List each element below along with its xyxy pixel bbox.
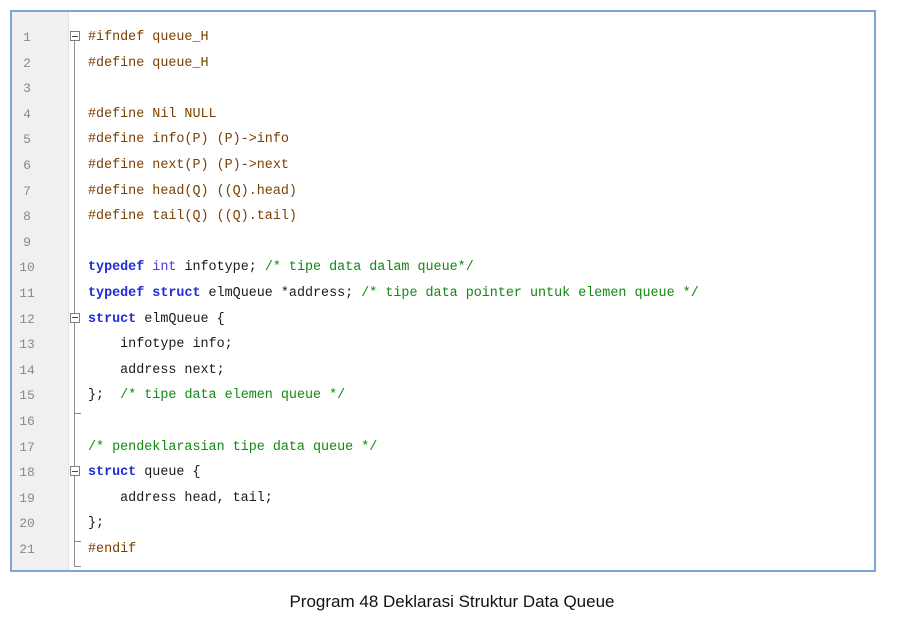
code-text-content: #define tail(Q) ((Q).tail) — [88, 209, 297, 225]
line-number: 16 — [19, 413, 35, 429]
code-text-content: #define info(P) (P)->info — [88, 132, 289, 148]
code-text: address head, tail; — [88, 490, 273, 506]
fold-end-tick-endif — [74, 566, 81, 567]
fold-collapse-icon[interactable] — [70, 31, 80, 41]
code-line: 10 typedef int infotype; /* tipe data da… — [12, 255, 874, 281]
code-line: 16 — [12, 409, 874, 435]
code-line: 1 #ifndef queue_H — [12, 25, 874, 51]
code-line: 2 #define queue_H — [12, 51, 874, 77]
line-number: 12 — [19, 311, 35, 327]
code-lines: 1 #ifndef queue_H 2 #define queue_H 3 4 … — [12, 25, 874, 562]
code-line: 6 #define next(P) (P)->next — [12, 153, 874, 179]
code-line: 20 }; — [12, 511, 874, 537]
code-text-content: #endif — [88, 541, 137, 557]
code-text: }; /* tipe data elemen queue */ — [88, 388, 346, 404]
line-number: 6 — [23, 157, 31, 173]
code-text: address next; — [88, 362, 225, 378]
code-text: infotype info; — [88, 337, 233, 353]
code-text: /* pendeklarasian tipe data queue */ — [88, 435, 377, 461]
code-line: 19 address head, tail; — [12, 486, 874, 512]
figure-caption: Program 48 Deklarasi Struktur Data Queue — [289, 592, 615, 611]
code-line: 13 infotype info; — [12, 332, 874, 358]
code-text: typedef struct elmQueue *address; /* tip… — [88, 285, 699, 301]
code-text: #ifndef queue_H — [88, 25, 209, 51]
line-number: 8 — [23, 209, 31, 225]
line-number: 18 — [19, 465, 35, 481]
code-line: 14 address next; — [12, 358, 874, 384]
code-text-content: #define next(P) (P)->next — [88, 157, 289, 173]
code-text: #define next(P) (P)->next — [88, 153, 289, 179]
code-line: 15 }; /* tipe data elemen queue */ — [12, 383, 874, 409]
code-line: 18 struct queue { — [12, 460, 874, 486]
code-line: 11 typedef struct elmQueue *address; /* … — [12, 281, 874, 307]
code-text: #define Nil NULL — [88, 102, 217, 128]
line-number: 1 — [23, 30, 31, 45]
code-line: 9 — [12, 230, 874, 256]
code-text: struct elmQueue { — [88, 311, 225, 327]
line-number: 2 — [23, 55, 31, 71]
code-text-content: #define head(Q) ((Q).head) — [88, 183, 297, 199]
code-text: #define info(P) (P)->info — [88, 127, 289, 153]
code-text: }; — [88, 516, 105, 532]
code-line: 17 /* pendeklarasian tipe data queue */ — [12, 435, 874, 461]
code-line: 21 #endif — [12, 537, 874, 563]
code-line: 3 — [12, 76, 874, 102]
line-number: 19 — [19, 490, 35, 506]
line-number: 9 — [23, 234, 31, 250]
fold-collapse-icon[interactable] — [70, 466, 80, 477]
code-text: #define head(Q) ((Q).head) — [88, 179, 297, 205]
fold-collapse-icon[interactable] — [70, 312, 80, 323]
line-number: 17 — [19, 439, 35, 455]
line-number: 14 — [19, 362, 35, 378]
line-number: 4 — [23, 106, 31, 122]
line-number: 5 — [23, 132, 31, 148]
line-number: 15 — [19, 388, 35, 404]
code-line: 5 #define info(P) (P)->info — [12, 127, 874, 153]
code-line: 7 #define head(Q) ((Q).head) — [12, 179, 874, 205]
line-number: 11 — [19, 285, 35, 301]
code-text-content: /* pendeklarasian tipe data queue */ — [88, 439, 378, 455]
line-number: 3 — [23, 81, 31, 97]
code-text: struct queue { — [88, 465, 201, 481]
code-text: #endif — [88, 537, 136, 563]
code-text: #define queue_H — [88, 51, 209, 77]
line-number: 20 — [19, 516, 35, 532]
code-text-content: #ifndef queue_H — [88, 30, 209, 45]
code-text-content: #define Nil NULL — [88, 106, 217, 122]
line-number: 7 — [23, 183, 31, 199]
code-text: typedef int infotype; /* tipe data dalam… — [88, 260, 474, 276]
code-line: 4 #define Nil NULL — [12, 102, 874, 128]
code-text: #define tail(Q) ((Q).tail) — [88, 204, 297, 230]
code-line: 8 #define tail(Q) ((Q).tail) — [12, 204, 874, 230]
line-number: 21 — [19, 541, 35, 557]
line-number: 13 — [19, 337, 35, 353]
line-number: 10 — [19, 260, 35, 276]
code-line: 12 struct elmQueue { — [12, 307, 874, 333]
code-editor-panel: 1 #ifndef queue_H 2 #define queue_H 3 4 … — [10, 10, 876, 572]
code-text-content: #define queue_H — [88, 55, 209, 71]
